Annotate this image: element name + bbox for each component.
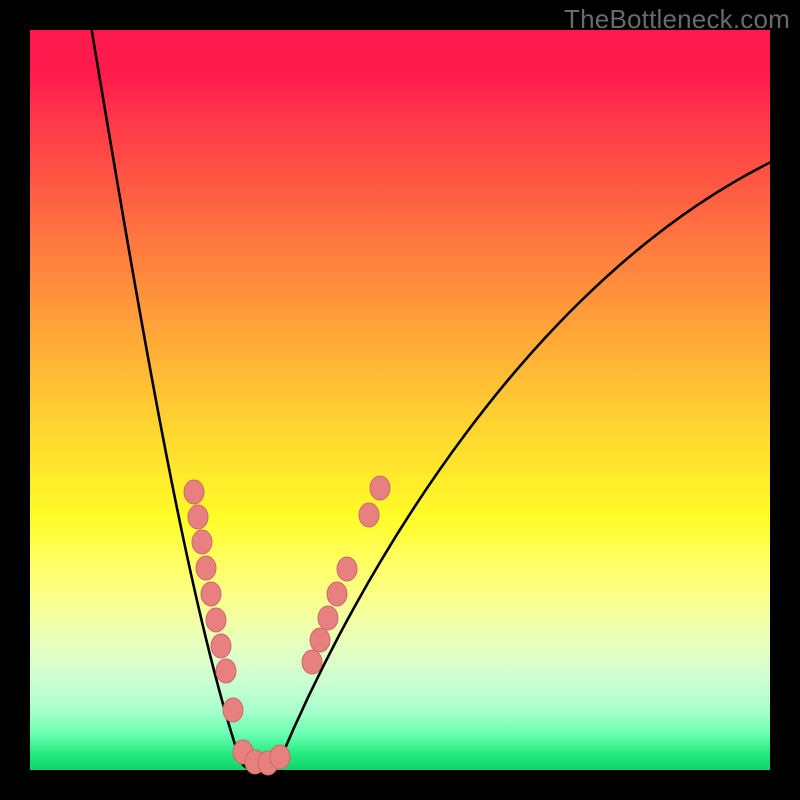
data-marker [337,557,357,581]
left-branch-markers [184,480,243,722]
plot-area [30,30,770,770]
data-marker [192,530,212,554]
bottom-markers [233,740,290,775]
data-marker [327,582,347,606]
data-marker [211,634,231,658]
right-branch-markers [302,476,390,674]
data-marker [201,582,221,606]
bottleneck-curve [90,20,775,771]
data-marker [223,698,243,722]
data-marker [206,608,226,632]
data-marker [318,606,338,630]
data-marker [370,476,390,500]
data-marker [184,480,204,504]
data-marker [302,650,322,674]
data-marker [359,503,379,527]
data-marker [188,505,208,529]
chart-frame: TheBottleneck.com [0,0,800,800]
data-marker [310,628,330,652]
chart-svg [30,30,770,770]
data-marker [216,659,236,683]
data-marker [270,745,290,769]
data-marker [196,556,216,580]
